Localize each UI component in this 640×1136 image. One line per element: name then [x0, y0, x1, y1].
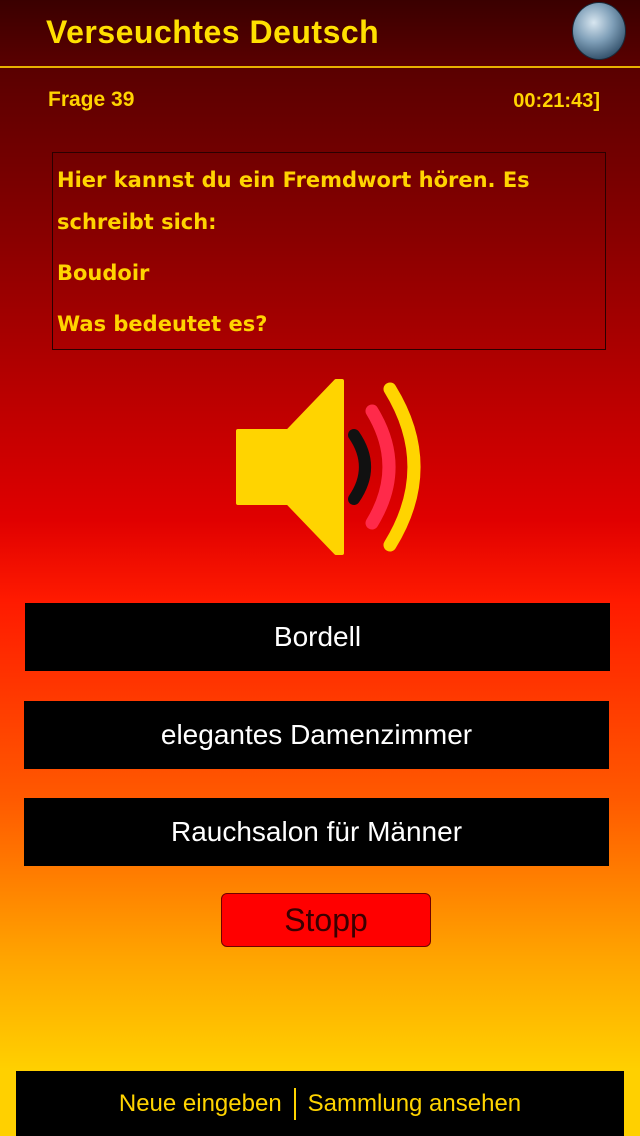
speaker-icon[interactable]	[230, 375, 430, 560]
answer-button-1[interactable]: Bordell	[25, 603, 610, 671]
collection-link[interactable]: Sammlung ansehen	[296, 1090, 533, 1118]
question-number: Frage 39	[48, 88, 135, 111]
answer-button-2[interactable]: elegantes Damenzimmer	[24, 701, 609, 769]
question-box: Hier kannst du ein Fremdwort hören. Es s…	[52, 152, 606, 350]
app-header: Verseuchtes Deutsch	[0, 0, 640, 68]
question-word: Boudoir	[57, 261, 150, 285]
footer-bar: Neue eingeben Sammlung ansehen	[16, 1071, 624, 1136]
app-title: Verseuchtes Deutsch	[46, 14, 380, 50]
stop-button[interactable]: Stopp	[221, 893, 431, 947]
question-text: Hier kannst du ein Fremdwort hören. Es s…	[57, 168, 530, 234]
answer-button-3[interactable]: Rauchsalon für Männer	[24, 798, 609, 866]
timer: 00:21:43]	[513, 90, 600, 112]
new-entry-link[interactable]: Neue eingeben	[107, 1090, 294, 1118]
avatar[interactable]	[572, 2, 626, 60]
question-prompt: Was bedeutet es?	[57, 312, 268, 336]
